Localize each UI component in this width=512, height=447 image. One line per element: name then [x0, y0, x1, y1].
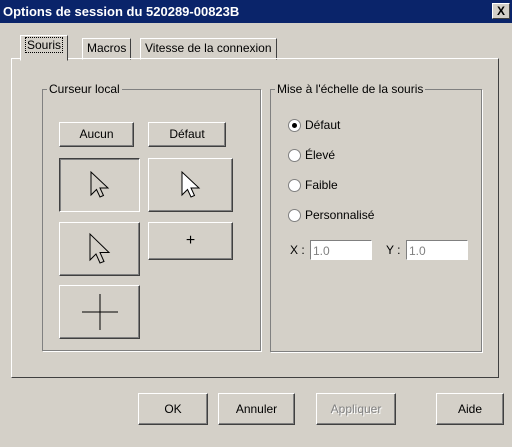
help-label: Aide [457, 402, 483, 416]
scaling-radio-default[interactable]: Défaut [288, 118, 341, 133]
close-button[interactable]: X [492, 3, 510, 19]
tab-vitesse-label: Vitesse de la connexion [145, 41, 272, 55]
cursor-arrow-outline-option[interactable] [59, 158, 140, 212]
scaling-radio-custom[interactable]: Personnalisé [288, 208, 375, 223]
cursor-arrow-white-option[interactable] [148, 158, 233, 212]
ok-button[interactable]: OK [138, 393, 208, 425]
title-bar[interactable]: Options de session du 520289-00823B X [0, 0, 512, 23]
scale-y-input[interactable]: 1.0 [406, 240, 468, 260]
cancel-label: Annuler [235, 402, 278, 416]
help-button[interactable]: Aide [436, 393, 504, 425]
scale-x-input[interactable]: 1.0 [310, 240, 372, 260]
session-options-dialog: Options de session du 520289-00823B X So… [0, 0, 512, 447]
radio-unselected-icon [288, 149, 301, 163]
local-cursor-legend: Curseur local [47, 82, 122, 96]
scaling-custom-label: Personnalisé [305, 208, 375, 222]
mouse-scaling-legend: Mise à l'échelle de la souris [275, 82, 426, 96]
cursor-default-button[interactable]: Défaut [148, 122, 226, 147]
scaling-radio-low[interactable]: Faible [288, 178, 338, 193]
radio-unselected-icon [288, 209, 301, 223]
scaling-high-label: Élevé [305, 148, 336, 162]
radio-selected-icon [288, 119, 301, 133]
cursor-none-label: Aucun [79, 127, 114, 141]
scaling-low-label: Faible [305, 178, 338, 192]
cancel-button[interactable]: Annuler [218, 393, 295, 425]
tab-macros-label: Macros [87, 41, 127, 55]
cross-small-icon: + [185, 232, 196, 249]
tab-vitesse-connexion[interactable]: Vitesse de la connexion [140, 38, 277, 60]
tab-souris-label: Souris [25, 37, 64, 53]
cursor-cross-small-option[interactable]: + [148, 222, 233, 260]
scaling-radio-high[interactable]: Élevé [288, 148, 336, 163]
apply-button[interactable]: Appliquer [316, 393, 396, 425]
arrow-large-icon [89, 232, 110, 264]
ok-label: OK [164, 402, 182, 416]
cursor-default-label: Défaut [169, 127, 205, 141]
local-cursor-group: Curseur local Aucun Défaut + [42, 82, 261, 351]
scale-y-label: Y : [386, 243, 401, 257]
window-title: Options de session du 520289-00823B [3, 4, 240, 19]
tab-panel-souris: Curseur local Aucun Défaut + Mise à l'éc… [11, 58, 499, 378]
tab-souris[interactable]: Souris [20, 35, 69, 61]
scale-x-label: X : [290, 243, 305, 257]
mouse-scaling-group: Mise à l'échelle de la souris Défaut Éle… [270, 82, 482, 352]
crosshair-large-icon [81, 294, 118, 330]
apply-label: Appliquer [330, 402, 382, 416]
radio-unselected-icon [288, 179, 301, 193]
arrow-white-icon [181, 170, 200, 198]
scaling-default-label: Défaut [305, 118, 341, 132]
arrow-outline-icon [90, 170, 109, 198]
tab-macros[interactable]: Macros [82, 38, 132, 60]
cursor-cross-large-option[interactable] [59, 285, 140, 339]
cursor-arrow-large-option[interactable] [59, 222, 140, 276]
cursor-none-button[interactable]: Aucun [59, 122, 134, 147]
